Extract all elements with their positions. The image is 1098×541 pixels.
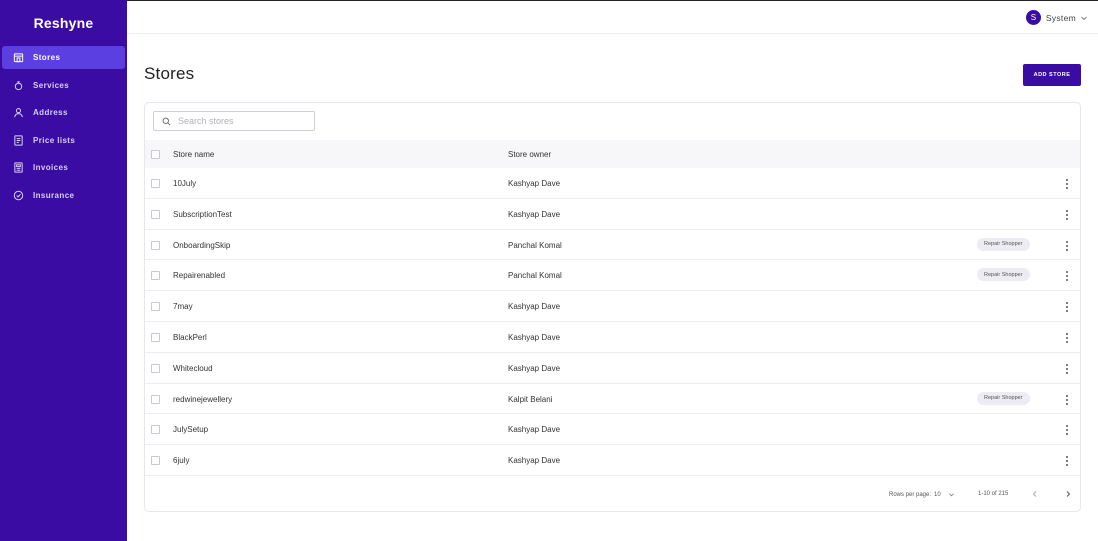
column-header-store-name[interactable]: Store name bbox=[173, 150, 214, 159]
sidebar-item-label: Invoices bbox=[33, 163, 69, 173]
rows-per-page-select[interactable]: 10 bbox=[934, 492, 941, 498]
store-owner: Kalpit Belani bbox=[508, 394, 553, 404]
repair-shopper-badge: Repair Shopper bbox=[977, 237, 1030, 251]
store-name: OnboardingSkip bbox=[173, 240, 231, 250]
column-header-store-owner[interactable]: Store owner bbox=[508, 150, 551, 159]
table-row[interactable]: JulySetup Kashyap Dave bbox=[145, 414, 1080, 446]
topbar: S System bbox=[127, 0, 1098, 34]
shield-icon bbox=[12, 189, 24, 201]
pagination: Rows per page: 10 1-10 of 215 bbox=[145, 484, 1080, 504]
user-name: System bbox=[1045, 12, 1076, 23]
sidebar: Reshyne Stores Services Address Price li… bbox=[0, 0, 127, 541]
price-list-icon bbox=[12, 134, 24, 146]
rows-per-page: Rows per page: 10 bbox=[889, 491, 955, 498]
store-name: redwinejewellery bbox=[173, 394, 233, 404]
table-row[interactable]: Repairenabled Panchal Komal Repair Shopp… bbox=[145, 260, 1080, 292]
store-owner: Kashyap Dave bbox=[508, 209, 561, 219]
chevron-down-icon[interactable] bbox=[948, 491, 955, 498]
row-checkbox[interactable] bbox=[151, 456, 160, 466]
more-options-icon[interactable] bbox=[1063, 455, 1071, 467]
invoice-icon bbox=[12, 162, 24, 174]
store-name: Repairenabled bbox=[173, 271, 226, 281]
user-menu[interactable]: S System bbox=[1025, 10, 1088, 25]
store-name: BlackPerl bbox=[173, 332, 207, 342]
store-name: 7may bbox=[173, 302, 193, 312]
more-options-icon[interactable] bbox=[1063, 424, 1071, 436]
row-checkbox[interactable] bbox=[151, 179, 160, 188]
sidebar-item-stores[interactable]: Stores bbox=[2, 46, 125, 69]
more-options-icon[interactable] bbox=[1063, 394, 1071, 406]
more-options-icon[interactable] bbox=[1063, 301, 1071, 313]
search-box[interactable] bbox=[153, 111, 315, 131]
store-name: SubscriptionTest bbox=[173, 209, 232, 219]
store-owner: Panchal Komal bbox=[508, 271, 562, 281]
services-icon bbox=[12, 79, 24, 91]
row-checkbox[interactable] bbox=[151, 363, 160, 373]
row-checkbox[interactable] bbox=[151, 271, 160, 281]
row-checkbox[interactable] bbox=[151, 302, 160, 312]
table-row[interactable]: 7may Kashyap Dave bbox=[145, 291, 1080, 322]
store-name: JulySetup bbox=[173, 425, 209, 435]
table-row[interactable]: Whitecloud Kashyap Dave bbox=[145, 353, 1080, 384]
more-options-icon[interactable] bbox=[1063, 178, 1071, 190]
pagination-range: 1-10 of 215 bbox=[978, 491, 1009, 497]
more-options-icon[interactable] bbox=[1063, 240, 1071, 252]
sidebar-item-services[interactable]: Services bbox=[2, 74, 125, 97]
row-checkbox[interactable] bbox=[151, 394, 160, 404]
avatar: S bbox=[1025, 10, 1041, 25]
store-owner: Kashyap Dave bbox=[508, 332, 561, 342]
row-checkbox[interactable] bbox=[151, 425, 160, 435]
sidebar-item-price-lists[interactable]: Price lists bbox=[2, 129, 125, 152]
more-options-icon[interactable] bbox=[1063, 270, 1071, 282]
table-row[interactable]: 6july Kashyap Dave bbox=[145, 445, 1080, 476]
table-header: Store name Store owner bbox=[145, 140, 1080, 168]
brand-logo[interactable]: Reshyne bbox=[0, 0, 127, 46]
sidebar-item-insurance[interactable]: Insurance bbox=[2, 184, 125, 207]
more-options-icon[interactable] bbox=[1063, 363, 1071, 375]
table-row[interactable]: SubscriptionTest Kashyap Dave bbox=[145, 199, 1080, 230]
sidebar-item-label: Insurance bbox=[33, 190, 75, 200]
sidebar-item-label: Stores bbox=[33, 53, 61, 62]
table-row[interactable]: redwinejewellery Kalpit Belani Repair Sh… bbox=[145, 384, 1080, 415]
chevron-left-icon[interactable] bbox=[1030, 489, 1040, 499]
chevron-right-icon[interactable] bbox=[1063, 489, 1073, 499]
row-checkbox[interactable] bbox=[151, 332, 160, 342]
repair-shopper-badge: Repair Shopper bbox=[977, 268, 1030, 282]
page-title: Stores bbox=[144, 64, 195, 83]
row-checkbox[interactable] bbox=[151, 240, 160, 250]
more-options-icon[interactable] bbox=[1063, 332, 1071, 344]
store-name: 10July bbox=[173, 179, 197, 188]
store-owner: Kashyap Dave bbox=[508, 179, 561, 188]
sidebar-item-address[interactable]: Address bbox=[2, 101, 125, 124]
sidebar-item-label: Address bbox=[33, 108, 68, 118]
stores-card: Store name Store owner 10July Kashyap Da… bbox=[144, 102, 1081, 512]
sidebar-nav: Stores Services Address Price lists Invo… bbox=[0, 46, 127, 207]
store-icon bbox=[12, 52, 24, 64]
table-body: 10July Kashyap Dave SubscriptionTest Kas… bbox=[145, 168, 1080, 476]
store-name: Whitecloud bbox=[173, 363, 213, 373]
store-owner: Kashyap Dave bbox=[508, 302, 561, 312]
add-store-button[interactable]: ADD STORE bbox=[1023, 64, 1081, 86]
rows-per-page-label: Rows per page: bbox=[889, 491, 932, 498]
store-name: 6july bbox=[173, 456, 190, 466]
table-row[interactable]: BlackPerl Kashyap Dave bbox=[145, 322, 1080, 353]
select-all-checkbox[interactable] bbox=[151, 150, 160, 159]
table-row[interactable]: 10July Kashyap Dave bbox=[145, 168, 1080, 199]
store-owner: Kashyap Dave bbox=[508, 363, 561, 373]
store-owner: Kashyap Dave bbox=[508, 425, 561, 435]
store-owner: Kashyap Dave bbox=[508, 456, 561, 466]
table-row[interactable]: OnboardingSkip Panchal Komal Repair Shop… bbox=[145, 230, 1080, 261]
address-icon bbox=[12, 107, 24, 119]
sidebar-item-invoices[interactable]: Invoices bbox=[2, 156, 125, 179]
search-input[interactable] bbox=[178, 116, 308, 126]
search-icon bbox=[162, 117, 171, 125]
row-checkbox[interactable] bbox=[151, 209, 160, 219]
sidebar-item-label: Services bbox=[33, 80, 70, 90]
chevron-down-icon bbox=[1081, 16, 1087, 20]
more-options-icon[interactable] bbox=[1063, 209, 1071, 221]
repair-shopper-badge: Repair Shopper bbox=[977, 391, 1030, 405]
sidebar-item-label: Price lists bbox=[33, 135, 76, 145]
store-owner: Panchal Komal bbox=[508, 240, 562, 250]
